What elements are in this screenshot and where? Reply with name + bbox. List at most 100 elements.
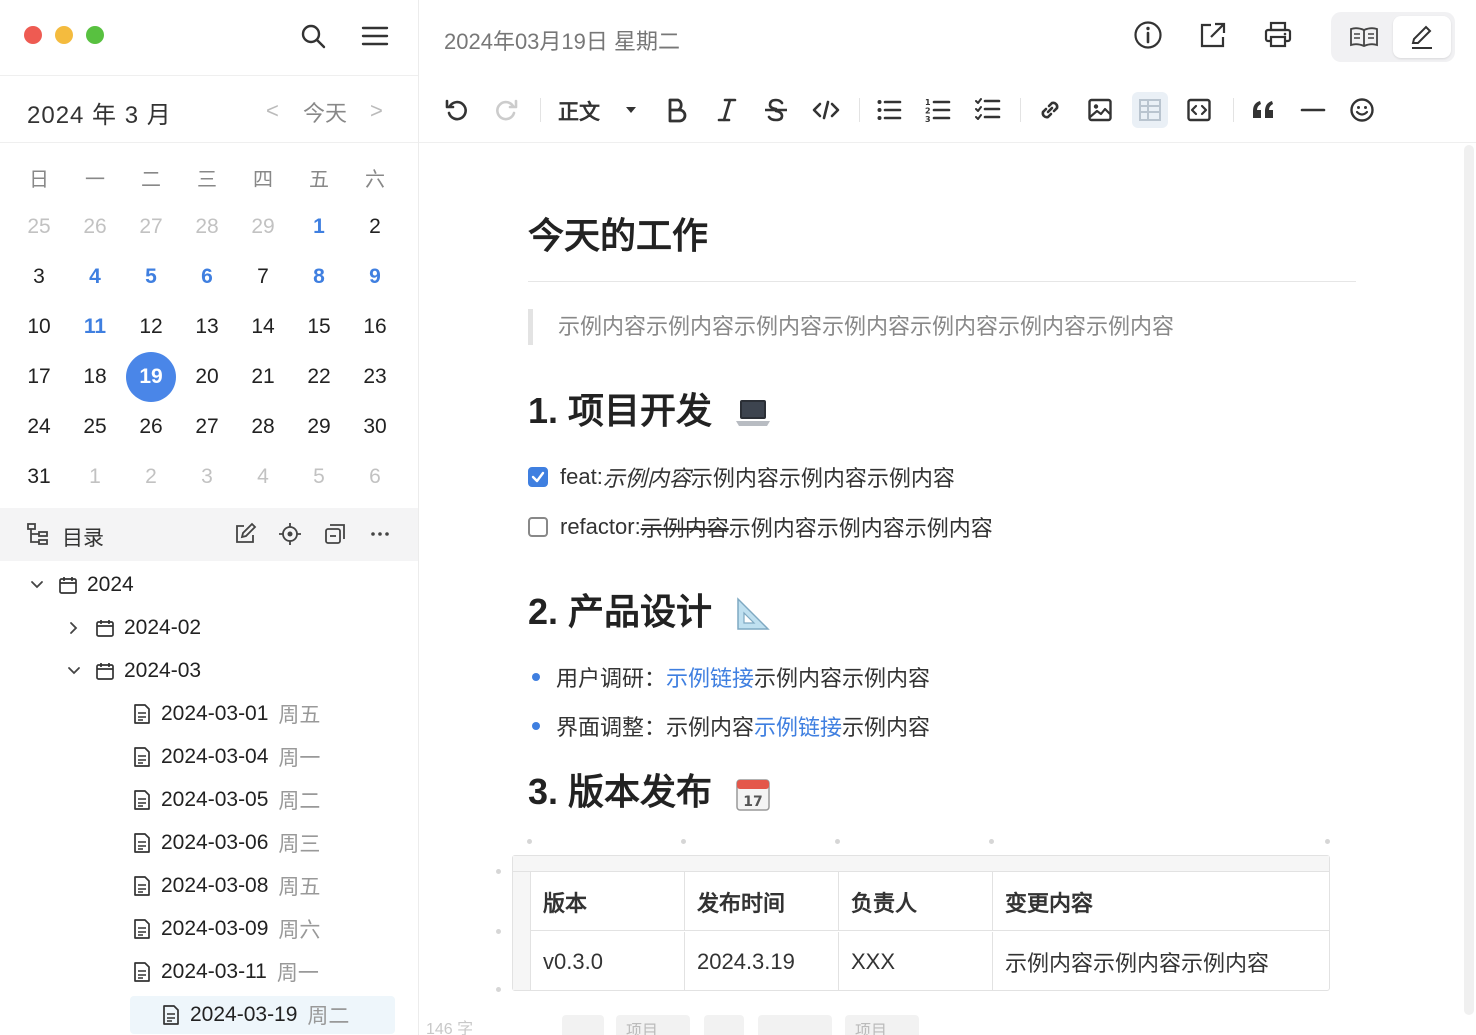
calendar-day[interactable]: 27	[179, 402, 235, 452]
calendar-day[interactable]: 20	[179, 352, 235, 402]
read-mode-icon[interactable]	[1335, 16, 1393, 58]
image-icon[interactable]	[1082, 92, 1118, 128]
tree-file[interactable]: 2024-03-01 周五	[101, 695, 320, 733]
strikethrough-icon[interactable]	[758, 92, 794, 128]
table-cell[interactable]: v0.3.0	[531, 932, 685, 991]
table-handle-dot[interactable]	[496, 987, 501, 992]
tree-folder[interactable]: 2024-03	[64, 652, 201, 690]
print-icon[interactable]	[1261, 18, 1295, 52]
calendar-day[interactable]: 6	[179, 252, 235, 302]
calendar-day[interactable]: 5	[291, 452, 347, 502]
calendar-day-selected[interactable]: 19	[123, 352, 179, 402]
calendar-day[interactable]: 9	[347, 252, 403, 302]
table-header-cell[interactable]: 变更内容	[993, 872, 1329, 931]
table-handle-dot[interactable]	[1325, 839, 1330, 844]
table-handle-dot[interactable]	[496, 929, 501, 934]
calendar-day[interactable]: 27	[123, 202, 179, 252]
menu-icon[interactable]	[359, 20, 391, 52]
minimize-window-button[interactable]	[55, 26, 73, 44]
tree-folder[interactable]: 2024	[27, 566, 134, 604]
calendar-day[interactable]: 24	[11, 402, 67, 452]
calendar-day[interactable]: 29	[291, 402, 347, 452]
calendar-day[interactable]: 31	[11, 452, 67, 502]
edit-mode-icon[interactable]	[1393, 16, 1451, 58]
chevron-down-icon[interactable]	[64, 666, 84, 676]
table-handle-dot[interactable]	[835, 839, 840, 844]
italic-icon[interactable]	[709, 92, 745, 128]
prev-month-button[interactable]: <	[266, 98, 279, 124]
calendar-day[interactable]: 18	[67, 352, 123, 402]
calendar-day[interactable]: 6	[347, 452, 403, 502]
calendar-day[interactable]: 21	[235, 352, 291, 402]
calendar-day[interactable]: 28	[179, 202, 235, 252]
calendar-day[interactable]: 12	[123, 302, 179, 352]
bold-icon[interactable]	[659, 92, 695, 128]
table-cell[interactable]: 2024.3.19	[685, 932, 839, 991]
search-icon[interactable]	[297, 20, 329, 52]
table-row-handle[interactable]	[513, 872, 531, 990]
calendar-day[interactable]: 7	[235, 252, 291, 302]
calendar-day[interactable]: 30	[347, 402, 403, 452]
more-icon[interactable]	[366, 520, 394, 548]
bottom-chip[interactable]	[562, 1015, 604, 1035]
calendar-day[interactable]: 2	[347, 202, 403, 252]
calendar-day[interactable]: 26	[67, 202, 123, 252]
redo-icon[interactable]	[488, 92, 524, 128]
collapse-icon[interactable]	[321, 520, 349, 548]
chevron-down-icon[interactable]	[27, 580, 47, 590]
quote-icon[interactable]	[1245, 92, 1281, 128]
inline-link[interactable]: 示例链接	[666, 661, 754, 693]
tree-file[interactable]: 2024-03-05 周二	[101, 781, 320, 819]
next-month-button[interactable]: >	[370, 98, 383, 124]
ordered-list-icon[interactable]: 123	[920, 92, 956, 128]
undo-icon[interactable]	[439, 92, 475, 128]
table-handle-dot[interactable]	[681, 839, 686, 844]
bullet-list-icon[interactable]	[871, 92, 907, 128]
task-list-icon[interactable]	[970, 92, 1006, 128]
code-icon[interactable]	[808, 92, 844, 128]
tree-file[interactable]: 2024-03-08 周五	[101, 867, 320, 905]
task-checkbox[interactable]	[528, 517, 548, 537]
bottom-chip[interactable]	[758, 1015, 832, 1035]
tree-file[interactable]: 2024-03-04 周一	[101, 738, 320, 776]
calendar-day[interactable]: 25	[11, 202, 67, 252]
bottom-chip[interactable]: 项目	[845, 1015, 919, 1035]
calendar-day[interactable]: 25	[67, 402, 123, 452]
calendar-day[interactable]: 4	[67, 252, 123, 302]
link-icon[interactable]	[1032, 92, 1068, 128]
close-window-button[interactable]	[24, 26, 42, 44]
tree-file[interactable]: 2024-03-11 周一	[101, 953, 319, 991]
calendar-day[interactable]: 10	[11, 302, 67, 352]
calendar-day[interactable]: 5	[123, 252, 179, 302]
document-body[interactable]: 今天的工作 示例内容示例内容示例内容示例内容示例内容示例内容示例内容 1. 项目…	[419, 143, 1459, 1035]
bottom-chip[interactable]	[704, 1015, 744, 1035]
calendar-day[interactable]: 16	[347, 302, 403, 352]
table-handle-dot[interactable]	[989, 839, 994, 844]
table-column-handle[interactable]	[513, 856, 1329, 872]
tree-folder[interactable]: 2024-02	[64, 609, 201, 647]
divider-icon[interactable]	[1295, 92, 1331, 128]
emoji-icon[interactable]	[1344, 92, 1380, 128]
calendar-day[interactable]: 22	[291, 352, 347, 402]
table-handle-dot[interactable]	[527, 839, 532, 844]
calendar-day[interactable]: 3	[179, 452, 235, 502]
calendar-day[interactable]: 2	[123, 452, 179, 502]
edit-icon[interactable]	[231, 520, 259, 548]
table-header-cell[interactable]: 版本	[531, 872, 685, 931]
calendar-day[interactable]: 17	[11, 352, 67, 402]
inline-link[interactable]: 示例链接	[754, 710, 842, 742]
code-block-icon[interactable]	[1181, 92, 1217, 128]
calendar-day[interactable]: 15	[291, 302, 347, 352]
calendar-day[interactable]: 1	[291, 202, 347, 252]
table-header-cell[interactable]: 发布时间	[685, 872, 839, 931]
calendar-day[interactable]: 13	[179, 302, 235, 352]
bottom-chip[interactable]: 项目	[616, 1015, 690, 1035]
calendar-day[interactable]: 1	[67, 452, 123, 502]
calendar-day[interactable]: 8	[291, 252, 347, 302]
calendar-day[interactable]: 3	[11, 252, 67, 302]
calendar-day[interactable]: 23	[347, 352, 403, 402]
task-checkbox[interactable]	[528, 467, 548, 487]
calendar-day[interactable]: 14	[235, 302, 291, 352]
calendar-day[interactable]: 26	[123, 402, 179, 452]
maximize-window-button[interactable]	[86, 26, 104, 44]
